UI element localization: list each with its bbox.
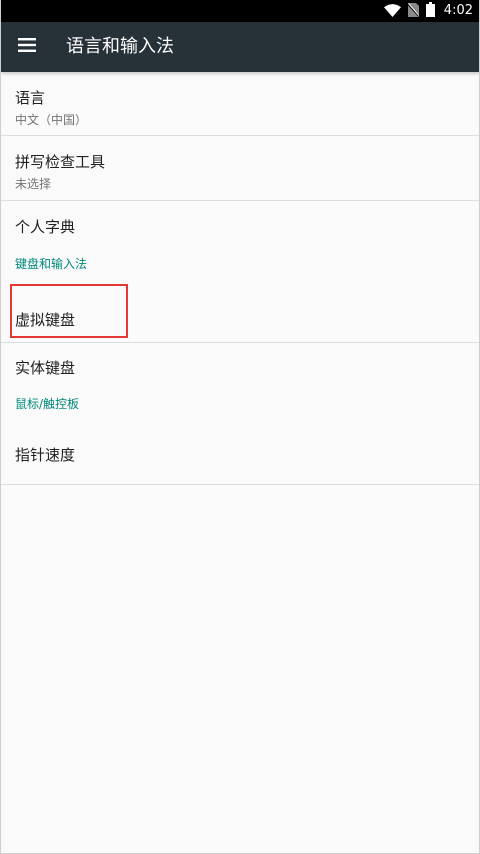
mouse-category-header: 鼠标/触控板 xyxy=(15,397,80,411)
status-time: 4:02 xyxy=(443,3,473,18)
status-icons: 4:02 xyxy=(383,0,473,22)
battery-icon xyxy=(425,1,435,21)
divider xyxy=(1,484,479,485)
no-sim-icon xyxy=(407,2,420,21)
pointer-speed-item[interactable]: 指针速度 xyxy=(1,419,479,484)
status-bar: 4:02 xyxy=(1,0,479,22)
spell-checker-item[interactable]: 拼写检查工具 未选择 xyxy=(1,136,479,200)
language-item[interactable]: 语言 中文（中国） xyxy=(1,72,479,135)
virtual-keyboard-title: 虚拟键盘 xyxy=(15,311,76,329)
physical-keyboard-item[interactable]: 实体键盘 xyxy=(1,343,479,389)
personal-dictionary-item[interactable]: 个人字典 xyxy=(1,201,479,249)
keyboard-category-header: 键盘和输入法 xyxy=(15,257,88,271)
menu-button[interactable] xyxy=(9,28,45,64)
physical-keyboard-title: 实体键盘 xyxy=(15,359,76,377)
pointer-speed-title: 指针速度 xyxy=(15,446,76,464)
spell-checker-subtitle: 未选择 xyxy=(15,177,52,191)
virtual-keyboard-item[interactable]: 虚拟键盘 xyxy=(1,279,479,342)
page-title: 语言和输入法 xyxy=(66,36,174,57)
personal-dictionary-title: 个人字典 xyxy=(15,218,76,236)
wifi-icon xyxy=(383,2,401,21)
screen: 4:02 语言和输入法 语言 中文（中国） 拼写检查工具 未选择 个人字典 键盘… xyxy=(0,0,480,854)
language-subtitle: 中文（中国） xyxy=(15,113,88,127)
language-title: 语言 xyxy=(15,89,46,107)
spell-checker-title: 拼写检查工具 xyxy=(15,153,106,171)
hamburger-menu-icon xyxy=(18,37,36,56)
settings-list: 语言 中文（中国） 拼写检查工具 未选择 个人字典 键盘和输入法 虚拟键盘 实体… xyxy=(1,72,479,485)
app-bar: 语言和输入法 xyxy=(1,22,479,72)
